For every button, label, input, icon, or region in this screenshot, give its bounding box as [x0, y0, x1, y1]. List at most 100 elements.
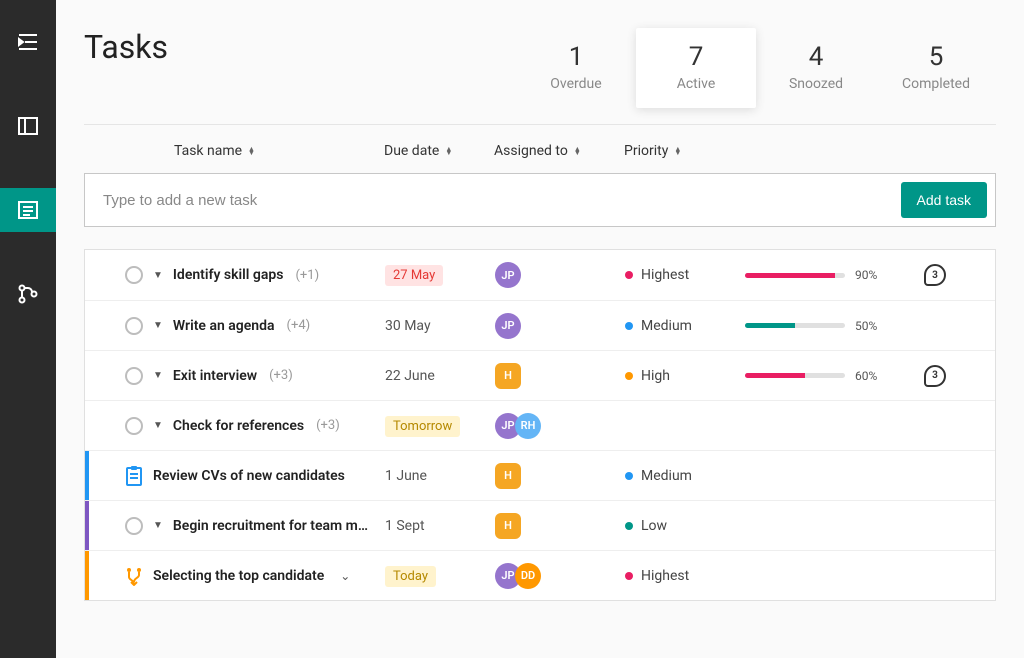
task-due-date: 27 May	[385, 267, 495, 283]
summary-count: 5	[876, 42, 996, 72]
priority-dot	[625, 322, 633, 330]
column-task-name[interactable]: Task name▲▼	[174, 143, 384, 159]
summary-label: Snoozed	[756, 76, 876, 92]
subtask-count: (+3)	[316, 418, 340, 433]
task-name: Begin recruitment for team manag...	[173, 518, 373, 534]
summary-tabs: 1 Overdue7 Active4 Snoozed5 Completed	[516, 28, 996, 108]
new-task-input[interactable]	[85, 176, 893, 225]
task-assignees: JP	[495, 313, 625, 339]
row-color-bar	[85, 451, 89, 500]
task-due-date: Tomorrow	[385, 418, 495, 434]
task-row[interactable]: Selecting the top candidate⌄TodayJPDDHig…	[85, 550, 995, 600]
task-assignees: JP	[495, 262, 625, 288]
priority-dot	[625, 271, 633, 279]
task-row[interactable]: Review CVs of new candidates 1 JuneH Mediu…	[85, 450, 995, 500]
column-headers: Task name▲▼ Due date▲▼ Assigned to▲▼ Pri…	[84, 125, 996, 173]
avatar[interactable]: H	[495, 513, 521, 539]
task-assignees: JPRH	[495, 413, 625, 439]
priority-dot	[625, 522, 633, 530]
task-assignees: H	[495, 363, 625, 389]
panel-icon[interactable]	[0, 104, 56, 148]
expand-caret-icon[interactable]: ▼	[153, 520, 163, 531]
expand-caret-icon[interactable]: ▼	[153, 270, 163, 281]
task-due-date: 1 June	[385, 468, 495, 484]
expand-caret-icon[interactable]: ▼	[153, 320, 163, 331]
indent-icon[interactable]	[0, 20, 56, 64]
new-task-row: Add task	[84, 173, 996, 227]
add-task-button[interactable]: Add task	[901, 182, 987, 218]
summary-overdue[interactable]: 1 Overdue	[516, 28, 636, 108]
task-row[interactable]: ▼ Begin recruitment for team manag... 1 Se…	[85, 500, 995, 550]
task-row[interactable]: ▼ Write an agenda (+4) 30 MayJP Medium50%	[85, 300, 995, 350]
task-row[interactable]: ▼ Check for references (+3) TomorrowJPRH	[85, 400, 995, 450]
column-priority[interactable]: Priority▲▼	[624, 143, 744, 159]
task-assignees: JPDD	[495, 563, 625, 589]
summary-count: 4	[756, 42, 876, 72]
task-checkbox[interactable]	[125, 367, 143, 385]
avatar[interactable]: H	[495, 463, 521, 489]
summary-label: Completed	[876, 76, 996, 92]
expand-caret-icon[interactable]: ▼	[153, 420, 163, 431]
subtask-count: (+4)	[287, 318, 311, 333]
task-due-date: 30 May	[385, 318, 495, 334]
summary-label: Active	[636, 76, 756, 92]
task-priority: Medium	[625, 318, 745, 334]
summary-count: 7	[636, 42, 756, 72]
priority-dot	[625, 572, 633, 580]
branch-icon	[125, 566, 143, 586]
avatar[interactable]: JP	[495, 262, 521, 288]
comment-icon[interactable]: 3	[924, 365, 946, 387]
task-name: Identify skill gaps	[173, 267, 284, 283]
task-due-date: 22 June	[385, 368, 495, 384]
avatar[interactable]: RH	[515, 413, 541, 439]
task-name: Review CVs of new candidates	[153, 468, 345, 484]
column-assigned-to[interactable]: Assigned to▲▼	[494, 143, 624, 159]
task-checkbox[interactable]	[125, 317, 143, 335]
comment-icon[interactable]: 3	[924, 264, 946, 286]
task-due-date: 1 Sept	[385, 518, 495, 534]
subtask-count: (+3)	[269, 368, 293, 383]
task-progress: 60%	[745, 369, 915, 383]
task-priority: Highest	[625, 267, 745, 283]
avatar[interactable]: DD	[515, 563, 541, 589]
sort-icon: ▲▼	[248, 147, 255, 155]
avatar[interactable]: JP	[495, 313, 521, 339]
subtask-count: (+1)	[295, 268, 319, 283]
sort-icon: ▲▼	[674, 147, 681, 155]
sort-icon: ▲▼	[574, 147, 581, 155]
task-assignees: H	[495, 463, 625, 489]
avatar[interactable]: H	[495, 363, 521, 389]
clipboard-icon	[125, 466, 143, 486]
sort-icon: ▲▼	[445, 147, 452, 155]
task-progress: 90%	[745, 268, 915, 282]
task-checkbox[interactable]	[125, 266, 143, 284]
row-color-bar	[85, 501, 89, 550]
summary-active[interactable]: 7 Active	[636, 28, 756, 108]
dropdown-icon[interactable]: ⌄	[340, 569, 350, 583]
task-priority: High	[625, 368, 745, 384]
task-checkbox[interactable]	[125, 417, 143, 435]
task-row[interactable]: ▼ Identify skill gaps (+1) 27 MayJP Highest9…	[85, 250, 995, 300]
task-list: ▼Identify skill gaps(+1)27 MayJPHighest9…	[84, 249, 996, 601]
task-name: Check for references	[173, 418, 304, 434]
task-checkbox[interactable]	[125, 517, 143, 535]
main-content: Tasks 1Overdue7Active4Snoozed5Completed …	[56, 0, 1024, 658]
task-row[interactable]: ▼Exit interview(+3)22 JuneHHigh60%3	[85, 350, 995, 400]
list-icon[interactable]	[0, 188, 56, 232]
workflow-icon[interactable]	[0, 272, 56, 316]
task-priority: Highest	[625, 568, 745, 584]
summary-label: Overdue	[516, 76, 636, 92]
left-sidebar	[0, 0, 56, 658]
task-priority: Medium	[625, 468, 745, 484]
priority-dot	[625, 472, 633, 480]
summary-snoozed[interactable]: 4 Snoozed	[756, 28, 876, 108]
task-progress: 50%	[745, 319, 915, 333]
summary-count: 1	[516, 42, 636, 72]
expand-caret-icon[interactable]: ▼	[153, 370, 163, 381]
task-priority: Low	[625, 518, 745, 534]
task-name: Write an agenda	[173, 318, 275, 334]
priority-dot	[625, 372, 633, 380]
column-due-date[interactable]: Due date▲▼	[384, 143, 494, 159]
summary-completed[interactable]: 5 Completed	[876, 28, 996, 108]
task-name: Selecting the top candidate	[153, 568, 324, 584]
